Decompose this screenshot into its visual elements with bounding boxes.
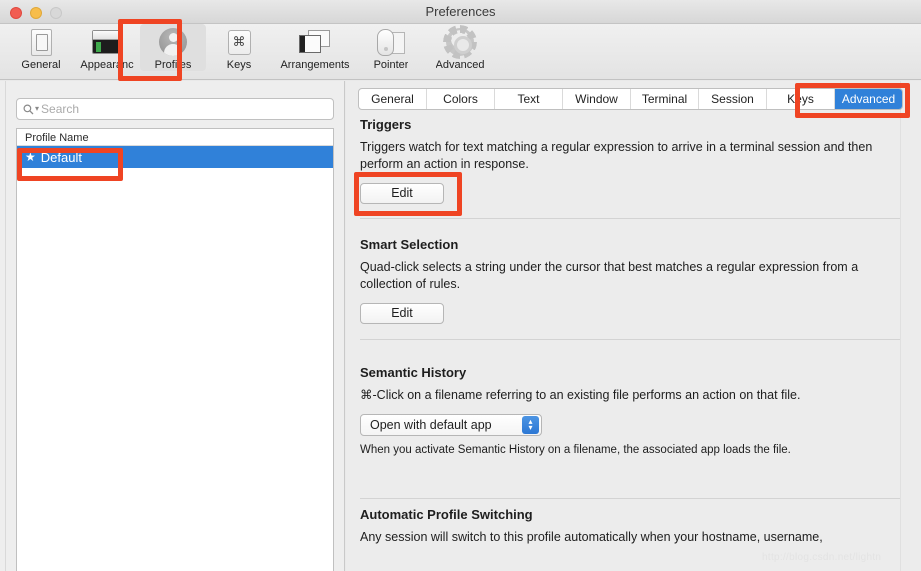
semantic-history-selected-value: Open with default app [370,418,492,433]
page-title: Preferences [425,4,496,19]
profile-row-label: Default [40,149,82,165]
search-input[interactable] [41,102,317,116]
star-icon: ★ [25,150,36,164]
close-button[interactable] [10,7,22,19]
section-description: ⌘-Click on a filename referring to an ex… [360,388,801,402]
toolbar-item-profiles[interactable]: Profiles [140,24,206,71]
pointer-icon [377,27,405,57]
section-description: Quad-click selects a string under the cu… [360,260,859,292]
stepper-icon[interactable]: ▴ ▾ [522,416,539,435]
toolbar-item-arrangements[interactable]: Arrangements [272,24,358,71]
profile-tabbar: General Colors Text Window Terminal Sess… [358,88,903,110]
tab-text[interactable]: Text [495,89,563,109]
toolbar-item-label: General [21,59,61,71]
toolbar-item-label: Pointer [373,59,409,71]
profiles-sidebar: ▾ Profile Name ★ Default Tags > + − ⚙ Ot… [0,81,345,571]
titlebar: Preferences [0,0,921,24]
smart-selection-edit-button[interactable]: Edit [360,302,444,324]
tab-terminal[interactable]: Terminal [631,89,699,109]
general-icon [30,27,52,57]
triggers-edit-button[interactable]: Edit [360,182,444,204]
toolbar-item-label: Profiles [154,59,192,71]
toolbar-item-label: Advanced [435,59,485,71]
profile-name-column-header: Profile Name [17,129,333,146]
traffic-lights [10,7,62,19]
profile-settings-pane: General Colors Text Window Terminal Sess… [346,81,921,571]
profile-list[interactable]: Profile Name ★ Default [16,128,334,571]
chevron-down-icon: ▾ [528,423,533,433]
arrangements-icon [299,27,331,57]
tab-window[interactable]: Window [563,89,631,109]
section-title: Smart Selection [360,237,459,252]
profile-row-default[interactable]: ★ Default [17,146,333,168]
preferences-window: Preferences General Appearanc Profiles ⌘… [0,0,921,571]
section-smart-selection: Smart Selection Quad-click selects a str… [360,237,905,324]
section-title: Semantic History [360,365,467,380]
section-triggers: Triggers Triggers watch for text matchin… [360,117,905,204]
tab-session[interactable]: Session [699,89,767,109]
section-semantic-history: Semantic History ⌘-Click on a filename r… [360,365,905,456]
toolbar-item-keys[interactable]: ⌘ Keys [206,24,272,71]
minimize-button[interactable] [30,7,42,19]
tab-colors[interactable]: Colors [427,89,495,109]
search-field[interactable]: ▾ [16,98,334,120]
chevron-down-icon[interactable]: ▾ [35,105,39,113]
appearance-icon [92,27,122,57]
toolbar-item-general[interactable]: General [8,24,74,71]
section-title: Automatic Profile Switching [360,507,533,522]
semantic-history-popup[interactable]: Open with default app ▴ ▾ [360,414,542,437]
toolbar-item-label: Appearanc [80,59,134,71]
section-divider [360,498,900,499]
profiles-icon [159,27,187,57]
semantic-history-note: When you activate Semantic History on a … [360,444,791,457]
zoom-button [50,7,62,19]
toolbar-item-label: Keys [226,59,252,71]
watermark: http://blog.csdn.net/lightn [762,552,882,563]
keys-icon: ⌘ [227,27,251,57]
section-description: Any session will switch to this profile … [360,530,823,544]
tab-general[interactable]: General [359,89,427,109]
toolbar-item-appearance[interactable]: Appearanc [74,24,140,71]
tab-keys[interactable]: Keys [767,89,835,109]
preferences-toolbar: General Appearanc Profiles ⌘ Keys Arrang… [0,24,921,80]
search-icon: ▾ [23,104,39,115]
section-divider [360,218,900,219]
toolbar-item-pointer[interactable]: Pointer [358,24,424,71]
section-title: Triggers [360,117,412,132]
tab-advanced[interactable]: Advanced [835,89,902,109]
pane-divider [5,81,6,571]
section-divider [360,339,900,340]
section-automatic-profile-switching: Automatic Profile Switching Any session … [360,507,905,546]
toolbar-item-label: Arrangements [280,59,350,71]
section-description: Triggers watch for text matching a regul… [360,140,873,172]
toolbar-item-advanced[interactable]: Advanced [424,24,496,71]
advanced-gear-icon [446,27,474,57]
